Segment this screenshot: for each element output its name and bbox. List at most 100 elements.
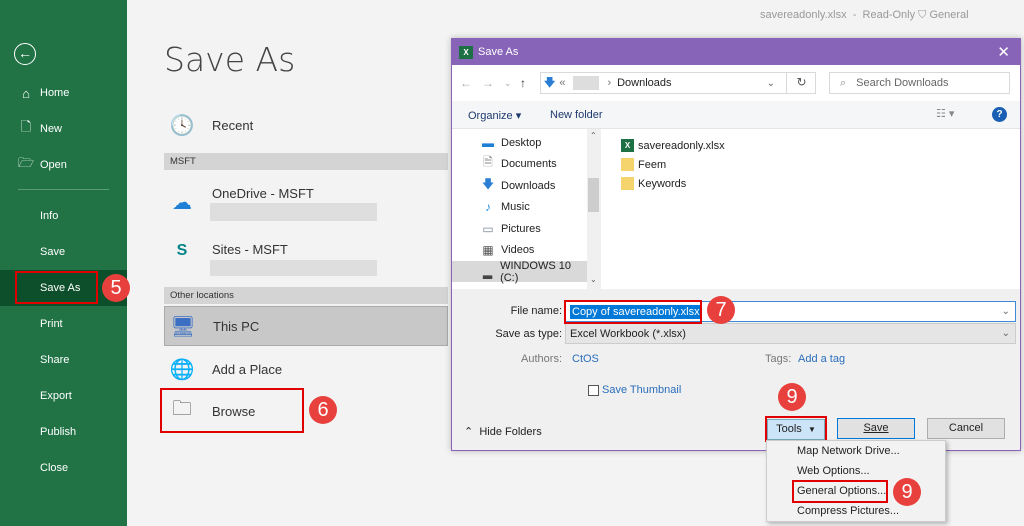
location-add-place[interactable]: 🌐 Add a Place <box>164 352 448 386</box>
sidebar-item-share[interactable]: Share <box>0 342 127 378</box>
step-badge-5: 5 <box>102 274 130 302</box>
folder-item[interactable]: Keywords <box>621 177 686 190</box>
location-recent[interactable]: 🕓 Recent <box>164 108 448 142</box>
shield-icon: ⛉ <box>918 9 927 21</box>
step-badge-6: 6 <box>309 396 337 424</box>
add-tag-link[interactable]: Add a tag <box>798 353 845 365</box>
tree-item-documents[interactable]: 🗎 Documents <box>452 153 587 174</box>
save-button[interactable]: Save <box>837 418 915 439</box>
redacted-site <box>210 260 377 276</box>
redacted-path <box>573 76 600 90</box>
tree-item-downloads[interactable]: 🡇 Downloads <box>452 175 587 196</box>
new-document-icon: 🗋 <box>20 119 32 134</box>
folder-item[interactable]: Feem <box>621 158 666 171</box>
save-thumbnail-checkbox[interactable] <box>588 385 599 396</box>
globe-add-icon: 🌐 <box>169 358 195 381</box>
menu-item-compress-pictures[interactable]: Compress Pictures... <box>797 505 899 517</box>
view-options-icon[interactable]: ☷ ▾ <box>936 107 954 120</box>
page-title: Save As <box>164 40 296 79</box>
documents-icon: 🗎 <box>483 155 493 169</box>
up-icon[interactable]: ↑ <box>520 76 526 90</box>
organize-button[interactable]: Organize ▾ <box>468 109 521 122</box>
downloads-arrow-icon: 🡇 <box>544 76 556 89</box>
close-icon[interactable]: ✕ <box>997 43 1010 61</box>
sidebar-item-print[interactable]: Print <box>0 306 127 342</box>
highlight-file-name <box>564 300 702 324</box>
highlight-tools <box>765 416 827 442</box>
back-icon[interactable]: ← <box>460 76 472 90</box>
file-list: Xsavereadonly.xlsx Feem Keywords <box>601 129 1020 289</box>
tree-item-desktop[interactable]: ▬ Desktop <box>452 132 587 153</box>
window-title: savereadonly.xlsx - Read-Only ⛉ General <box>760 9 969 21</box>
forward-icon[interactable]: → <box>482 76 494 90</box>
section-msft: MSFT <box>164 153 448 170</box>
file-name-dropdown-icon[interactable]: ⌄ <box>1002 306 1010 317</box>
tree-item-windows-c[interactable]: ▂ WINDOWS 10 (C:) <box>452 260 587 284</box>
open-folder-icon: 🗁 <box>18 155 35 170</box>
scroll-down-icon[interactable]: ⌄ <box>590 275 597 284</box>
authors-value[interactable]: CtOS <box>572 353 599 365</box>
redacted-account <box>210 203 377 221</box>
sidebar-item-open[interactable]: 🗁 Open <box>0 147 127 183</box>
menu-item-map-network-drive[interactable]: Map Network Drive... <box>797 445 900 457</box>
cancel-button[interactable]: Cancel <box>927 418 1005 439</box>
hide-folders-button[interactable]: ⌃ Hide Folders <box>464 425 542 438</box>
sidebar-divider <box>18 189 109 190</box>
address-row: ← → ⌄ ↑ 🡇 « › Downloads ⌄ ↻ ⌕ Search Dow… <box>452 65 1020 101</box>
save-type-dropdown-icon[interactable]: ⌄ <box>1002 328 1010 339</box>
excel-icon: X <box>459 45 473 59</box>
pictures-icon: ▭ <box>482 221 494 236</box>
search-input[interactable]: ⌕ Search Downloads <box>829 72 1010 94</box>
folder-icon <box>621 177 634 190</box>
address-dropdown-icon[interactable]: ⌄ <box>767 78 775 89</box>
save-thumbnail-label[interactable]: Save Thumbnail <box>602 384 681 396</box>
file-name-label: File name: <box>510 305 562 317</box>
address-bar[interactable]: 🡇 « › Downloads ⌄ <box>540 72 816 94</box>
tree-item-pictures[interactable]: ▭ Pictures <box>452 218 587 239</box>
location-this-pc[interactable]: 🖥 This PC <box>164 306 448 346</box>
sidebar-item-info[interactable]: Info <box>0 198 127 234</box>
excel-file-icon: X <box>621 139 634 152</box>
search-icon: ⌕ <box>840 76 847 89</box>
menu-item-web-options[interactable]: Web Options... <box>797 465 870 477</box>
scrollbar-thumb[interactable] <box>588 178 599 212</box>
onedrive-cloud-icon: ☁ <box>172 192 192 214</box>
scroll-up-icon[interactable]: ⌃ <box>590 131 597 140</box>
highlight-browse <box>160 388 304 433</box>
dialog-form: File name: Copy of savereadonly.xlsx ⌄ S… <box>452 289 1020 450</box>
videos-icon: ▦ <box>482 242 494 257</box>
highlight-general-options <box>792 480 888 503</box>
music-icon: ♪ <box>485 199 491 214</box>
highlight-save-as <box>15 271 98 304</box>
this-pc-icon: 🖥 <box>170 315 196 338</box>
downloads-icon: 🡇 <box>481 177 495 191</box>
sharepoint-icon: S <box>176 242 188 259</box>
step-badge-7: 7 <box>707 296 735 324</box>
sidebar-item-home[interactable]: ⌂ Home <box>0 75 127 111</box>
save-type-select[interactable]: Excel Workbook (*.xlsx) ⌄ <box>565 323 1016 344</box>
save-as-dialog: X Save As ✕ ← → ⌄ ↑ 🡇 « › Downloads ⌄ ↻ … <box>451 38 1021 451</box>
step-badge-9-general: 9 <box>893 478 921 506</box>
breadcrumb-separator-icon: › <box>607 77 612 89</box>
back-arrow-icon[interactable]: ← <box>14 43 36 65</box>
drive-icon: ▂ <box>482 264 493 279</box>
sidebar-item-export[interactable]: Export <box>0 378 127 414</box>
refresh-icon[interactable]: ↻ <box>786 72 816 94</box>
sidebar-item-save[interactable]: Save <box>0 234 127 270</box>
file-item[interactable]: Xsavereadonly.xlsx <box>621 139 725 152</box>
new-folder-button[interactable]: New folder <box>550 109 603 121</box>
recent-dropdown-icon[interactable]: ⌄ <box>504 78 512 89</box>
sidebar-item-close[interactable]: Close <box>0 450 127 486</box>
section-other-locations: Other locations <box>164 287 448 304</box>
step-badge-9-tools: 9 <box>778 383 806 411</box>
tree-scrollbar[interactable]: ⌃ ⌄ <box>587 129 600 289</box>
tree-item-videos[interactable]: ▦ Videos <box>452 239 587 260</box>
tags-label: Tags: <box>765 353 792 365</box>
tree-item-music[interactable]: ♪ Music <box>452 196 587 217</box>
chevron-up-icon: ⌃ <box>464 426 474 438</box>
desktop-icon: ▬ <box>482 135 494 150</box>
sidebar-item-publish[interactable]: Publish <box>0 414 127 450</box>
sidebar-item-new[interactable]: 🗋 New <box>0 111 127 147</box>
home-icon: ⌂ <box>22 85 30 101</box>
help-icon[interactable]: ? <box>992 107 1007 122</box>
